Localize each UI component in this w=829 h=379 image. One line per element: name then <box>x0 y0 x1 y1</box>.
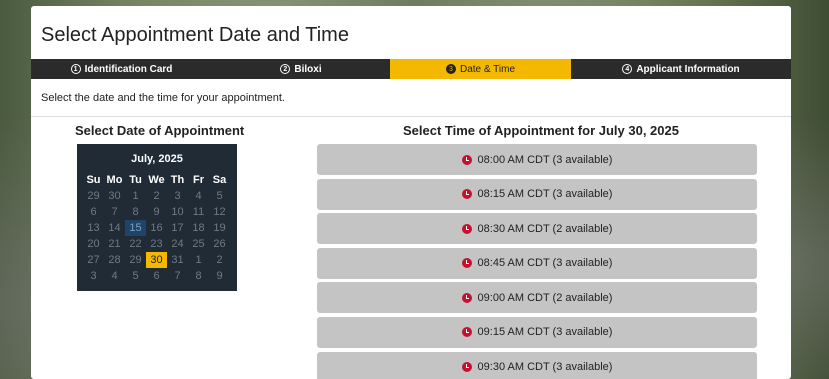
step-label: Biloxi <box>294 63 322 75</box>
calendar-day[interactable]: 14 <box>104 220 125 236</box>
calendar-day-selected[interactable]: 30 <box>146 252 167 268</box>
calendar-day[interactable]: 3 <box>83 268 104 284</box>
step-number-icon: 3 <box>445 64 456 74</box>
calendar-day[interactable]: 7 <box>167 268 188 284</box>
calendar-day[interactable]: 21 <box>104 236 125 252</box>
calendar-day[interactable]: 9 <box>209 268 230 284</box>
step-date-time[interactable]: 3 Date & Time <box>390 59 571 79</box>
clock-icon <box>461 258 472 269</box>
step-identification-card[interactable]: 1 Identification Card <box>31 59 212 79</box>
page-title: Select Appointment Date and Time <box>41 24 349 46</box>
step-applicant-information[interactable]: 4 Applicant Information <box>571 59 791 79</box>
calendar-day[interactable]: 27 <box>83 252 104 268</box>
calendar-day[interactable]: 5 <box>125 268 146 284</box>
step-number-icon: 4 <box>622 64 633 74</box>
time-slot-button[interactable]: 08:45 AM CDT (3 available) <box>317 247 757 279</box>
time-slot-label: 09:00 AM CDT (2 available) <box>477 291 613 304</box>
calendar-day[interactable]: 4 <box>188 188 209 204</box>
calendar-day[interactable]: 4 <box>104 268 125 284</box>
time-slot-label: 08:00 AM CDT (3 available) <box>477 153 613 166</box>
time-heading: Select Time of Appointment for July 30, … <box>403 123 679 138</box>
calendar-day[interactable]: 26 <box>209 236 230 252</box>
divider <box>31 116 791 117</box>
time-slot-button[interactable]: 09:00 AM CDT (2 available) <box>317 282 757 314</box>
calendar-day[interactable]: 23 <box>146 236 167 252</box>
clock-icon <box>461 154 472 165</box>
calendar-day[interactable]: 2 <box>209 252 230 268</box>
calendar-day[interactable]: 11 <box>188 204 209 220</box>
calendar-day[interactable]: 1 <box>125 188 146 204</box>
time-slot-button[interactable]: 08:15 AM CDT (3 available) <box>317 178 757 210</box>
time-slot-label: 09:15 AM CDT (3 available) <box>477 326 613 339</box>
appointment-card: Select Appointment Date and Time 1 Ident… <box>31 6 791 379</box>
calendar-day[interactable]: 6 <box>146 268 167 284</box>
step-progress-bar: 1 Identification Card 2 Biloxi 3 Date & … <box>31 59 791 79</box>
calendar-day[interactable]: 2 <box>146 188 167 204</box>
calendar-day[interactable]: 8 <box>125 204 146 220</box>
step-label: Date & Time <box>459 63 516 75</box>
step-number-icon: 1 <box>70 64 81 74</box>
calendar-day[interactable]: 30 <box>104 188 125 204</box>
calendar-weekday-header: Th <box>170 174 185 186</box>
calendar-day[interactable]: 6 <box>83 204 104 220</box>
calendar-day[interactable]: 19 <box>209 220 230 236</box>
time-slot-label: 09:30 AM CDT (3 available) <box>477 361 613 374</box>
calendar-day[interactable]: 25 <box>188 236 209 252</box>
calendar-day[interactable]: 10 <box>167 204 188 220</box>
calendar-day[interactable]: 29 <box>125 252 146 268</box>
calendar-day[interactable]: 1 <box>188 252 209 268</box>
time-slot-button[interactable]: 09:30 AM CDT (3 available) <box>317 351 757 379</box>
clock-icon <box>461 189 472 200</box>
calendar-weekday-header: Mo <box>106 174 123 186</box>
time-slot-button[interactable]: 09:15 AM CDT (3 available) <box>317 316 757 348</box>
calendar-weekday-header: We <box>148 174 165 186</box>
step-biloxi[interactable]: 2 Biloxi <box>212 59 390 79</box>
instruction-text: Select the date and the time for your ap… <box>41 92 285 104</box>
time-slot-label: 08:30 AM CDT (2 available) <box>477 222 613 235</box>
calendar-day[interactable]: 17 <box>167 220 188 236</box>
time-slot-label: 08:45 AM CDT (3 available) <box>477 257 613 270</box>
calendar-day[interactable]: 29 <box>83 188 104 204</box>
step-number-icon: 2 <box>280 64 291 74</box>
calendar-day[interactable]: 22 <box>125 236 146 252</box>
date-picker-calendar: July, 2025 Su Mo Tu We Th Fr Sa 29 30 1 2 3 4 5 6 7 8 9 10… <box>77 144 237 291</box>
time-slot-button[interactable]: 08:00 AM CDT (3 available) <box>317 144 757 175</box>
calendar-day[interactable]: 20 <box>83 236 104 252</box>
calendar-weekday-header: Su <box>86 174 101 186</box>
calendar-weekday-header: Fr <box>193 174 204 186</box>
calendar-weekday-header: Sa <box>212 174 227 186</box>
time-slot-list: 08:00 AM CDT (3 available) 08:15 AM CDT (… <box>317 144 757 379</box>
calendar-month-label: July, 2025 <box>131 153 183 165</box>
clock-icon <box>461 223 472 234</box>
calendar-grid: Su Mo Tu We Th Fr Sa 29 30 1 2 3 4 5 6 7 8 9 10 11 12 13 14 15 1… <box>77 172 237 284</box>
calendar-day[interactable]: 8 <box>188 268 209 284</box>
clock-icon <box>461 327 472 338</box>
calendar-day-today[interactable]: 15 <box>125 220 146 236</box>
calendar-day[interactable]: 31 <box>167 252 188 268</box>
time-slot-button[interactable]: 08:30 AM CDT (2 available) <box>317 213 757 245</box>
step-label: Identification Card <box>84 63 173 75</box>
calendar-day[interactable]: 7 <box>104 204 125 220</box>
date-heading: Select Date of Appointment <box>75 123 245 138</box>
calendar-day[interactable]: 9 <box>146 204 167 220</box>
calendar-day[interactable]: 3 <box>167 188 188 204</box>
time-slot-label: 08:15 AM CDT (3 available) <box>477 188 613 201</box>
calendar-day[interactable]: 16 <box>146 220 167 236</box>
calendar-day[interactable]: 12 <box>209 204 230 220</box>
step-label: Applicant Information <box>636 63 740 75</box>
clock-icon <box>461 362 472 373</box>
calendar-day[interactable]: 18 <box>188 220 209 236</box>
calendar-day[interactable]: 5 <box>209 188 230 204</box>
calendar-day[interactable]: 28 <box>104 252 125 268</box>
calendar-day[interactable]: 13 <box>83 220 104 236</box>
calendar-day[interactable]: 24 <box>167 236 188 252</box>
calendar-weekday-header: Tu <box>129 174 142 186</box>
clock-icon <box>461 292 472 303</box>
